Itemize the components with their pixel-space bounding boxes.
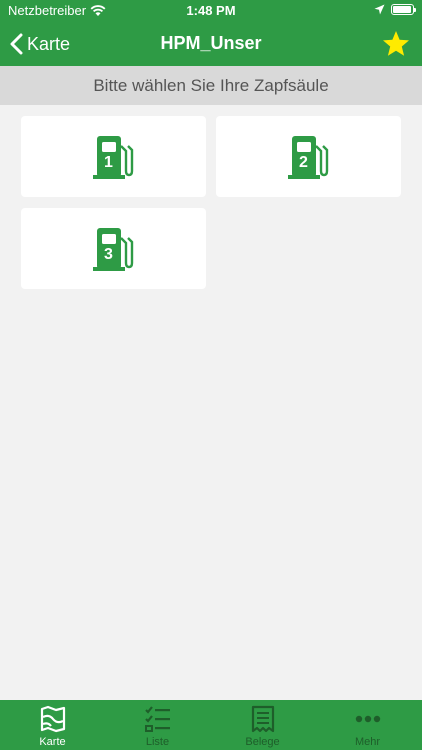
fuel-pump-icon: 1 [92,133,135,181]
nav-bar: Karte HPM_Unser [0,22,422,66]
battery-icon [391,4,416,15]
fuel-pump-icon: 2 [287,133,330,181]
favorite-star-icon[interactable] [380,28,412,60]
list-icon [144,706,170,732]
tab-label: Liste [145,736,170,748]
location-arrow-icon [374,4,385,15]
more-icon [355,715,380,723]
fuel-pump-icon: 3 [92,225,135,273]
tab-liste[interactable]: Liste [105,700,210,750]
page-title: HPM_Unser [160,33,262,53]
pump-number: 3 [104,245,113,263]
pump-tile-1[interactable]: 1 [21,116,206,197]
map-icon [40,705,65,733]
pump-tile-3[interactable]: 3 [21,208,206,289]
tab-label: Karte [39,736,66,748]
instruction-header: Bitte wählen Sie Ihre Zapfsäule [0,66,422,105]
receipt-icon [251,705,274,733]
pump-number: 1 [104,153,113,171]
pump-number: 2 [299,153,308,171]
status-right [374,4,416,15]
pump-tile-2[interactable]: 2 [216,116,401,197]
tab-label: Belege [245,736,280,748]
tab-belege[interactable]: Belege [210,700,315,750]
tab-karte[interactable]: Karte [0,700,105,750]
status-time: 1:48 PM [186,3,236,18]
tab-bar: Karte Liste Belege Mehr [0,700,422,750]
tab-label: Mehr [354,736,381,748]
status-bar: Netzbetreiber 1:48 PM [0,0,422,22]
tab-mehr[interactable]: Mehr [315,700,420,750]
